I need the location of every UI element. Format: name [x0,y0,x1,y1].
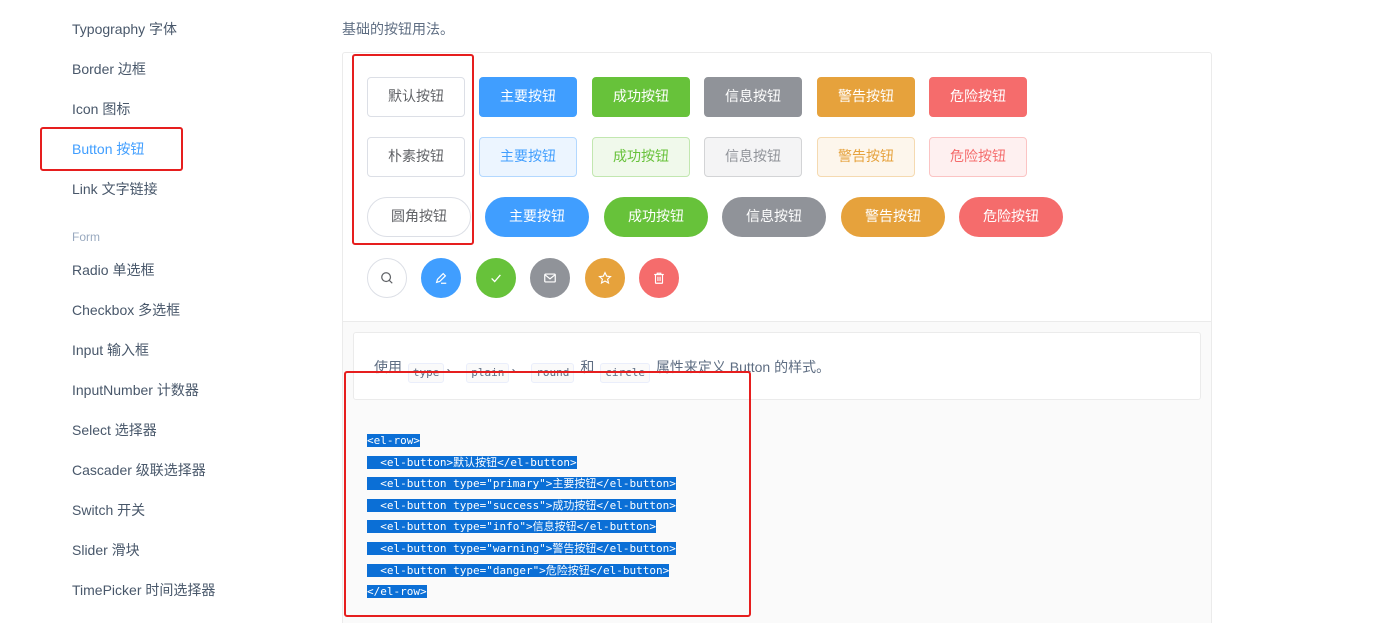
plain-primary-button[interactable]: 主要按钮 [479,137,577,177]
delete-icon [654,272,664,284]
sidebar-nav: Typography 字体 Border 边框 Icon 图标 Button 按… [0,0,300,623]
round-primary-button[interactable]: 主要按钮 [485,197,589,237]
code-line: <el-button type="danger">危险按钮</el-button… [367,563,670,577]
plain-warning-button[interactable]: 警告按钮 [817,137,915,177]
sidebar-item-radio[interactable]: Radio 单选框 [72,260,154,280]
code-line: </el-row> [367,585,427,599]
success-button[interactable]: 成功按钮 [592,77,690,117]
check-icon [491,274,501,283]
plain-info-button[interactable]: 信息按钮 [704,137,802,177]
sidebar-item-input[interactable]: Input 输入框 [72,340,149,360]
code-tag-type: type [407,363,445,383]
sidebar-item-checkbox[interactable]: Checkbox 多选框 [72,300,180,320]
info-button[interactable]: 信息按钮 [704,77,802,117]
sidebar-group-form: Form [72,230,100,244]
sidebar-item-button[interactable]: Button 按钮 [72,139,144,159]
primary-button[interactable]: 主要按钮 [479,77,577,117]
code-line: <el-row> [367,434,420,447]
search-icon [381,272,393,284]
warning-button[interactable]: 警告按钮 [817,77,915,117]
section-intro: 基础的按钮用法。 [342,21,454,37]
star-icon [598,271,612,285]
code-meta: 使用 type、 plain、 round 和 circle 属性来定义 But… [343,322,1211,623]
code-tag-circle: circle [600,363,650,383]
plain-button[interactable]: 朴素按钮 [367,137,465,177]
demo-block: 默认按钮 主要按钮 成功按钮 信息按钮 警告按钮 危险按钮 朴素按钮 主要按钮 … [342,52,1212,623]
sidebar-item-select[interactable]: Select 选择器 [72,420,157,440]
round-danger-button[interactable]: 危险按钮 [959,197,1063,237]
description-box: 使用 type、 plain、 round 和 circle 属性来定义 But… [353,332,1201,400]
circle-search-button[interactable] [367,258,407,298]
sidebar-item-cascader[interactable]: Cascader 级联选择器 [72,460,206,480]
code-tag-plain: plain [466,363,510,383]
round-success-button[interactable]: 成功按钮 [604,197,708,237]
edit-icon [435,272,447,284]
desc-prefix: 使用 [374,359,402,375]
code-block[interactable]: <el-row> <el-button>默认按钮</el-button> <el… [367,430,676,603]
code-line: <el-button type="warning">警告按钮</el-butto… [367,541,676,555]
sidebar-item-typography[interactable]: Typography 字体 [72,19,177,39]
sidebar-item-border[interactable]: Border 边框 [72,59,146,79]
default-button[interactable]: 默认按钮 [367,77,465,117]
code-line: <el-button type="info">信息按钮</el-button> [367,520,657,534]
circle-star-button[interactable] [585,258,625,298]
round-button[interactable]: 圆角按钮 [367,197,471,237]
sidebar-item-icon[interactable]: Icon 图标 [72,99,130,119]
demo-source: 默认按钮 主要按钮 成功按钮 信息按钮 警告按钮 危险按钮 朴素按钮 主要按钮 … [343,53,1211,322]
sidebar-item-link[interactable]: Link 文字链接 [72,179,158,199]
desc-sep: 、 [511,359,526,375]
round-info-button[interactable]: 信息按钮 [722,197,826,237]
round-warning-button[interactable]: 警告按钮 [841,197,945,237]
desc-sep: 、 [446,359,461,375]
sidebar-item-slider[interactable]: Slider 滑块 [72,540,140,560]
sidebar-item-timepicker[interactable]: TimePicker 时间选择器 [72,580,215,600]
plain-danger-button[interactable]: 危险按钮 [929,137,1027,177]
code-tag-round: round [531,363,575,383]
danger-button[interactable]: 危险按钮 [929,77,1027,117]
circle-message-button[interactable] [530,258,570,298]
message-icon [544,273,556,283]
circle-check-button[interactable] [476,258,516,298]
circle-edit-button[interactable] [421,258,461,298]
code-line: <el-button type="success">成功按钮</el-butto… [367,498,676,512]
code-line: <el-button>默认按钮</el-button> [367,455,577,469]
sidebar-item-inputnumber[interactable]: InputNumber 计数器 [72,380,199,400]
desc-suffix: 属性来定义 Button 的样式。 [655,359,831,375]
description-text: 使用 type、 plain、 round 和 circle 属性来定义 But… [374,357,830,383]
circle-delete-button[interactable] [639,258,679,298]
sidebar-item-switch[interactable]: Switch 开关 [72,500,145,520]
code-line: <el-button type="primary">主要按钮</el-butto… [367,477,676,491]
plain-success-button[interactable]: 成功按钮 [592,137,690,177]
desc-and: 和 [580,359,595,375]
